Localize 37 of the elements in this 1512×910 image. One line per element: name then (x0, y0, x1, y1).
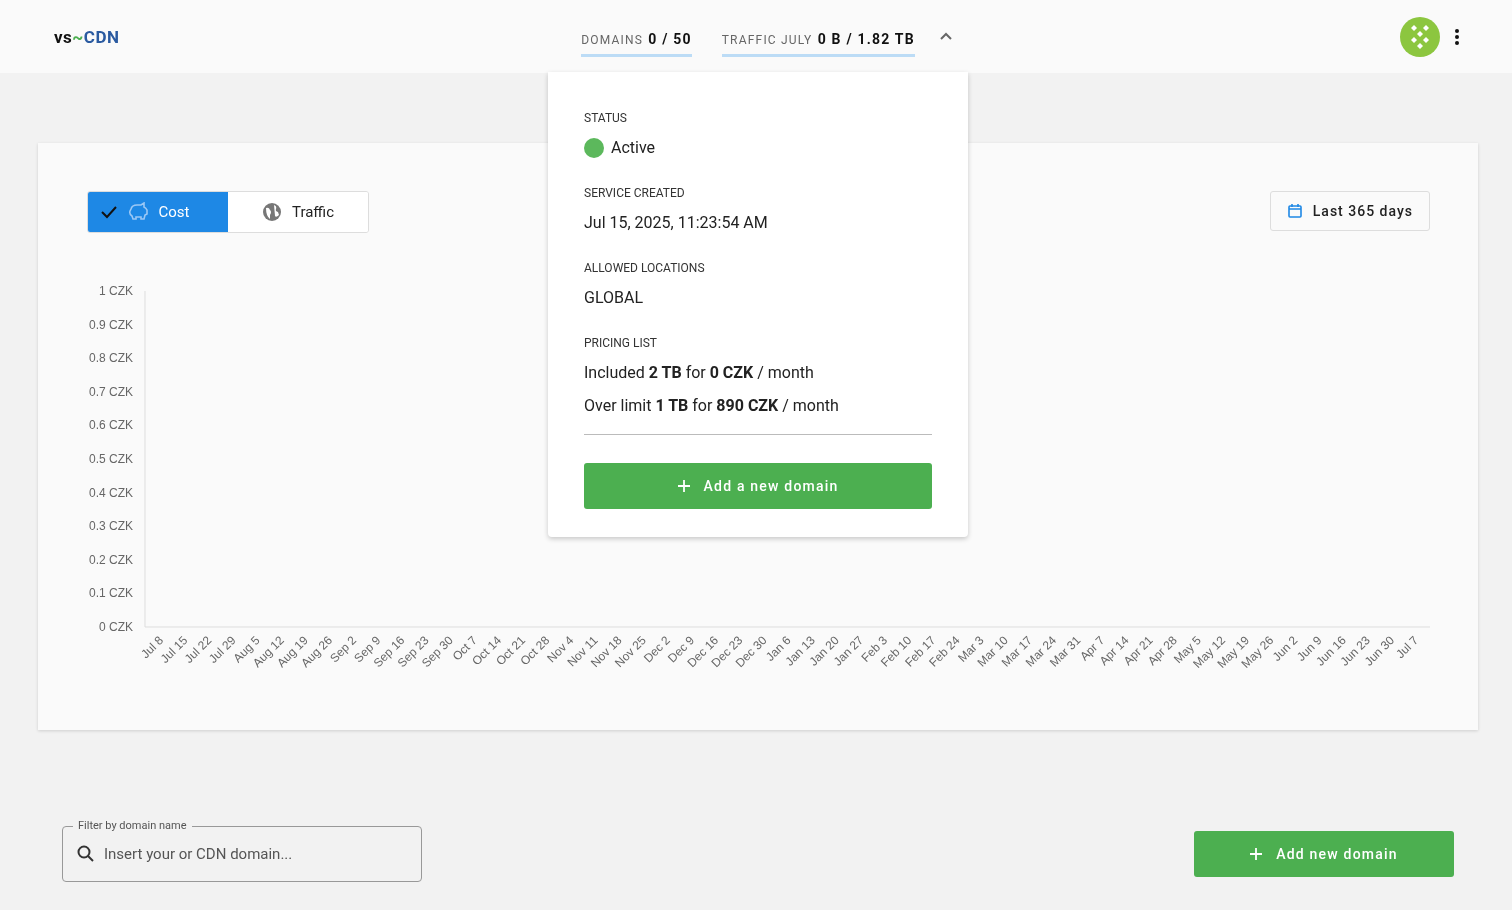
calendar-icon (1286, 203, 1303, 219)
date-range-button[interactable]: Last 365 days (1269, 191, 1430, 231)
field-label: Filter by domain name (73, 819, 192, 833)
y-axis-label: 0.8 CZK (89, 351, 133, 366)
y-axis-label: 0.1 CZK (89, 586, 133, 601)
y-axis-label: 0.2 CZK (89, 552, 133, 567)
search-icon (76, 844, 96, 864)
section-label: ALLOWED LOCATIONS (584, 261, 706, 275)
usage-stat[interactable]: DOMAINS 0 / 50 (581, 24, 692, 57)
section-label: PRICING LIST (584, 336, 659, 350)
section-label: STATUS (584, 111, 628, 125)
x-axis-label: Jul 7 (1393, 633, 1422, 662)
y-axis-label: 1 CZK (99, 284, 133, 298)
usage-stat[interactable]: TRAFFIC JULY 0 B / 1.82 TB (721, 24, 915, 57)
more-icon[interactable] (1454, 27, 1460, 46)
y-axis-label: 0.6 CZK (89, 418, 133, 433)
logo[interactable]: vs~CDN (54, 26, 354, 47)
chevron-icon[interactable] (938, 32, 953, 41)
chart-mode-toggle[interactable]: Cost (88, 192, 228, 232)
y-axis-label: 0.9 CZK (89, 317, 133, 332)
y-axis-label: 0.4 CZK (89, 485, 133, 500)
status-text: Active (611, 137, 656, 159)
y-axis-label: 0.3 CZK (89, 519, 133, 534)
y-axis-label: 0 CZK (99, 620, 133, 634)
section-value: Jul 15, 2025, 11:23:54 AM (584, 212, 769, 234)
piggy-bank-icon (126, 202, 149, 222)
section-value: GLOBAL (584, 287, 645, 309)
y-axis-label: 0.7 CZK (89, 384, 133, 399)
pricing-line: Included 2 TB for 0 CZK / month (584, 362, 815, 384)
chart-mode-toggle[interactable]: Traffic (228, 192, 368, 232)
plus-icon (1250, 848, 1263, 860)
check-icon (100, 205, 118, 219)
pricing-line: Over limit 1 TB for 890 CZK / month (584, 395, 840, 417)
section-label: SERVICE CREATED (584, 186, 686, 200)
y-axis-label: 0.5 CZK (89, 452, 133, 466)
globe-icon (262, 202, 282, 222)
plus-icon (677, 480, 690, 492)
